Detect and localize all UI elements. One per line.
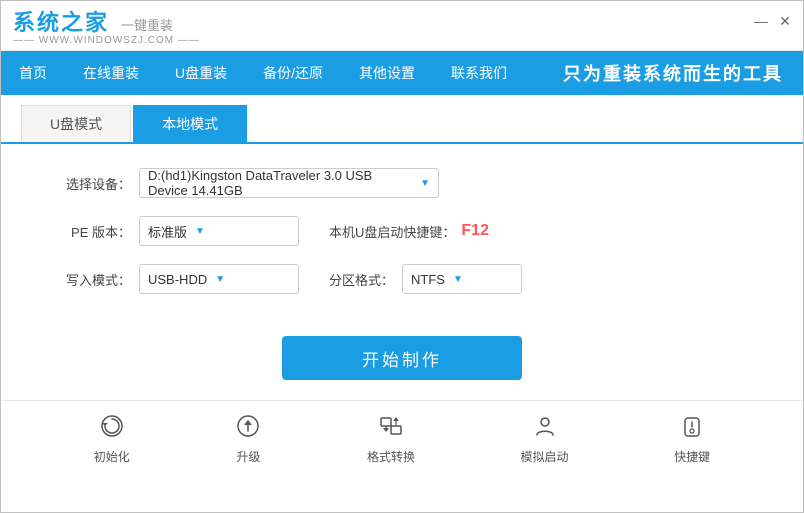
- content-area: U盘模式 本地模式 选择设备： D:(hd1)Kingston DataTrav…: [1, 95, 803, 512]
- upgrade-icon: [235, 413, 261, 443]
- toolbar-init[interactable]: 初始化: [94, 413, 130, 465]
- toolbar-upgrade[interactable]: 升级: [235, 413, 261, 465]
- nav-usb-reinstall[interactable]: U盘重装: [157, 51, 245, 95]
- nav-contact[interactable]: 联系我们: [433, 51, 525, 95]
- write-arrow-icon: ▼: [215, 274, 225, 285]
- device-label: 选择设备：: [61, 174, 131, 193]
- partition-label: 分区格式：: [329, 270, 394, 289]
- shortcut-key-value: F12: [461, 222, 489, 240]
- pe-label: PE 版本：: [61, 222, 131, 241]
- app-window: 系统之家 一键重装 —— WWW.WINDOWSZJ.COM —— — ✕ 首页…: [0, 0, 804, 513]
- button-area: 开始制作: [1, 336, 803, 380]
- minimize-button[interactable]: —: [753, 13, 769, 29]
- device-arrow-icon: ▼: [420, 178, 430, 189]
- app-subtitle: 一键重装: [121, 15, 173, 34]
- partition-select[interactable]: NTFS ▼: [402, 264, 522, 294]
- device-value: D:(hd1)Kingston DataTraveler 3.0 USB Dev…: [148, 168, 412, 198]
- partition-arrow-icon: ▼: [453, 274, 463, 285]
- app-url: —— WWW.WINDOWSZJ.COM ——: [13, 35, 200, 46]
- nav-backup-restore[interactable]: 备份/还原: [245, 51, 341, 95]
- shortcut-icon: [679, 413, 705, 443]
- nav-home[interactable]: 首页: [1, 51, 65, 95]
- nav-settings[interactable]: 其他设置: [341, 51, 433, 95]
- simulate-label: 模拟启动: [521, 448, 569, 465]
- init-label: 初始化: [94, 448, 130, 465]
- toolbar-convert[interactable]: 格式转换: [367, 413, 415, 465]
- app-title: 系统之家: [13, 5, 109, 37]
- bottom-toolbar: 初始化 升级: [1, 400, 803, 475]
- shortcut-label: 本机U盘启动快捷键：: [329, 222, 455, 241]
- title-bar: 系统之家 一键重装 —— WWW.WINDOWSZJ.COM —— — ✕: [1, 1, 803, 51]
- pe-value: 标准版: [148, 222, 187, 241]
- pe-row: PE 版本： 标准版 ▼ 本机U盘启动快捷键： F12: [61, 216, 743, 246]
- app-logo: 系统之家 一键重装 —— WWW.WINDOWSZJ.COM ——: [13, 5, 200, 46]
- simulate-icon: [532, 413, 558, 443]
- write-value: USB-HDD: [148, 272, 207, 287]
- start-button[interactable]: 开始制作: [282, 336, 522, 380]
- window-controls: — ✕: [753, 13, 793, 29]
- tab-bar: U盘模式 本地模式: [1, 95, 803, 144]
- form-area: 选择设备： D:(hd1)Kingston DataTraveler 3.0 U…: [1, 144, 803, 328]
- close-button[interactable]: ✕: [777, 13, 793, 29]
- write-label: 写入模式：: [61, 270, 131, 289]
- nav-bar: 首页 在线重装 U盘重装 备份/还原 其他设置 联系我们 只为重装系统而生的工具: [1, 51, 803, 95]
- write-row: 写入模式： USB-HDD ▼ 分区格式： NTFS ▼: [61, 264, 743, 294]
- write-select[interactable]: USB-HDD ▼: [139, 264, 299, 294]
- toolbar-shortcut[interactable]: 快捷键: [674, 413, 710, 465]
- pe-arrow-icon: ▼: [195, 226, 205, 237]
- nav-items: 首页 在线重装 U盘重装 备份/还原 其他设置 联系我们: [1, 51, 525, 95]
- nav-online-reinstall[interactable]: 在线重装: [65, 51, 157, 95]
- convert-label: 格式转换: [367, 448, 415, 465]
- nav-slogan: 只为重装系统而生的工具: [563, 60, 803, 86]
- partition-value: NTFS: [411, 272, 445, 287]
- upgrade-label: 升级: [236, 448, 260, 465]
- tab-usb-mode[interactable]: U盘模式: [21, 105, 131, 142]
- convert-icon: [378, 413, 404, 443]
- tab-local-mode[interactable]: 本地模式: [133, 105, 247, 142]
- init-icon: [99, 413, 125, 443]
- pe-select[interactable]: 标准版 ▼: [139, 216, 299, 246]
- device-select[interactable]: D:(hd1)Kingston DataTraveler 3.0 USB Dev…: [139, 168, 439, 198]
- shortcut-label-item: 快捷键: [674, 448, 710, 465]
- toolbar-simulate[interactable]: 模拟启动: [521, 413, 569, 465]
- device-row: 选择设备： D:(hd1)Kingston DataTraveler 3.0 U…: [61, 168, 743, 198]
